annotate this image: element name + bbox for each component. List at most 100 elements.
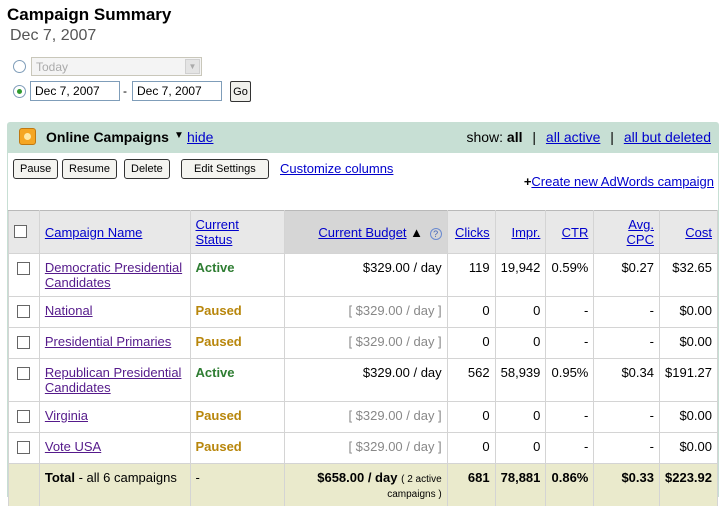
campaign-link[interactable]: Presidential Primaries [45,334,171,349]
status-badge: Paused [195,334,242,349]
delete-button[interactable]: Delete [124,159,170,179]
ctr-cell: - [545,296,595,328]
row-checkbox-cell [8,432,40,464]
cpc-cell: - [593,327,660,359]
total-cost-cell: $223.92 [659,463,718,506]
pause-button[interactable]: Pause [13,159,59,179]
impr-cell: 19,942 [494,253,547,297]
campaign-link[interactable]: National [45,303,93,318]
status-badge: Active [195,365,235,380]
filter-all[interactable]: all [507,129,523,145]
go-button[interactable]: Go [230,81,251,102]
cpc-cell: $0.34 [593,358,660,402]
sort-current-status[interactable]: Current Status [196,217,239,247]
sort-campaign-name[interactable]: Campaign Name [45,225,143,240]
hide-link[interactable]: hide [187,129,213,145]
impr-cell: 0 [494,327,547,359]
panel-header: Online Campaigns ▼ hide show: all | all … [7,122,719,153]
clicks-cell: 0 [446,296,496,328]
total-blank-cell [8,463,40,506]
customize-columns-link[interactable]: Customize columns [280,161,393,176]
campaign-link[interactable]: Democratic Presidential Candidates [45,260,182,290]
budget-cell: $329.00 / day [283,358,448,402]
show-filter: show: all | all active | all but deleted [466,129,711,145]
caret-down-icon: ▼ [174,130,184,141]
row-checkbox[interactable] [17,336,31,349]
filter-all-but-deleted[interactable]: all but deleted [624,129,711,145]
cost-cell: $191.27 [659,358,718,402]
budget-cell: [ $329.00 / day ] [283,432,448,464]
row-checkbox-cell [8,401,40,433]
impr-cell: 0 [494,401,547,433]
radio-custom-range[interactable] [13,85,26,98]
total-row: Total - all 6 campaigns - $658.00 / day … [8,463,718,506]
cost-cell: $0.00 [659,327,718,359]
page-title: Campaign Summary [7,5,172,24]
end-date-input[interactable] [132,81,222,101]
sort-current-budget[interactable]: Current Budget [318,225,406,240]
sort-cost[interactable]: Cost [685,225,712,240]
status-cell: Active [189,253,285,297]
sort-ctr[interactable]: CTR [562,225,589,240]
row-checkbox-cell [8,327,40,359]
sort-clicks[interactable]: Clicks [455,225,490,240]
clicks-cell: 0 [446,432,496,464]
row-checkbox-cell [8,296,40,328]
row-checkbox[interactable] [17,441,31,454]
cost-cell: $32.65 [659,253,718,297]
budget-cell: [ $329.00 / day ] [283,296,448,328]
campaign-link[interactable]: Vote USA [45,439,101,454]
table-header-row: Campaign Name Current Status Current Bud… [8,210,718,254]
ctr-cell: 0.95% [545,358,595,402]
campaign-table: Campaign Name Current Status Current Bud… [8,210,718,506]
header-impr: Impr. [494,210,547,254]
total-label: Total [44,470,75,485]
cost-cell: $0.00 [659,432,718,464]
sort-impr[interactable]: Impr. [511,225,540,240]
clicks-cell: 562 [446,358,496,402]
cpc-cell: - [593,432,660,464]
help-icon[interactable]: ? [429,227,442,240]
select-all-checkbox[interactable] [14,225,27,238]
edit-settings-button[interactable]: Edit Settings [181,159,269,179]
impr-cell: 58,939 [494,358,547,402]
filter-all-active[interactable]: all active [546,129,600,145]
panel-title: Online Campaigns [46,129,169,145]
radio-preset[interactable] [13,60,26,73]
clicks-cell: 0 [446,327,496,359]
status-cell: Paused [189,432,285,464]
filter-divider: | [532,129,537,145]
date-preset-select[interactable]: Today ▼ [31,57,202,76]
header-avg-cpc: Avg. CPC [593,210,660,254]
clicks-cell: 119 [446,253,496,297]
row-checkbox[interactable] [17,367,31,380]
row-checkbox-cell [8,358,40,402]
row-checkbox[interactable] [17,410,31,423]
date-preset-value: Today [36,60,69,74]
total-impr-cell: 78,881 [494,463,547,506]
status-badge: Paused [195,439,242,454]
ctr-cell: - [545,327,595,359]
sort-avg-cpc[interactable]: Avg. CPC [627,217,654,247]
date-separator: - [123,84,127,98]
page-date: Dec 7, 2007 [10,27,97,44]
clicks-cell: 0 [446,401,496,433]
status-cell: Paused [189,401,285,433]
cpc-cell: - [593,296,660,328]
status-badge: Paused [195,408,242,423]
status-badge: Active [195,260,235,275]
create-campaign-link[interactable]: Create new AdWords campaign [531,174,714,189]
resume-button[interactable]: Resume [62,159,117,179]
row-checkbox[interactable] [17,305,31,318]
campaign-link[interactable]: Virginia [45,408,88,423]
start-date-input[interactable] [30,81,120,101]
total-clicks-cell: 681 [446,463,496,506]
table-row: Vote USA Paused [ $329.00 / day ] 0 0 - … [8,432,718,464]
table-row: Democratic Presidential Candidates Activ… [8,253,718,297]
impr-cell: 0 [494,296,547,328]
header-ctr: CTR [545,210,595,254]
status-cell: Active [189,358,285,402]
header-campaign-name: Campaign Name [38,210,191,254]
row-checkbox[interactable] [17,262,31,275]
campaign-link[interactable]: Republican Presidential Candidates [45,365,182,395]
